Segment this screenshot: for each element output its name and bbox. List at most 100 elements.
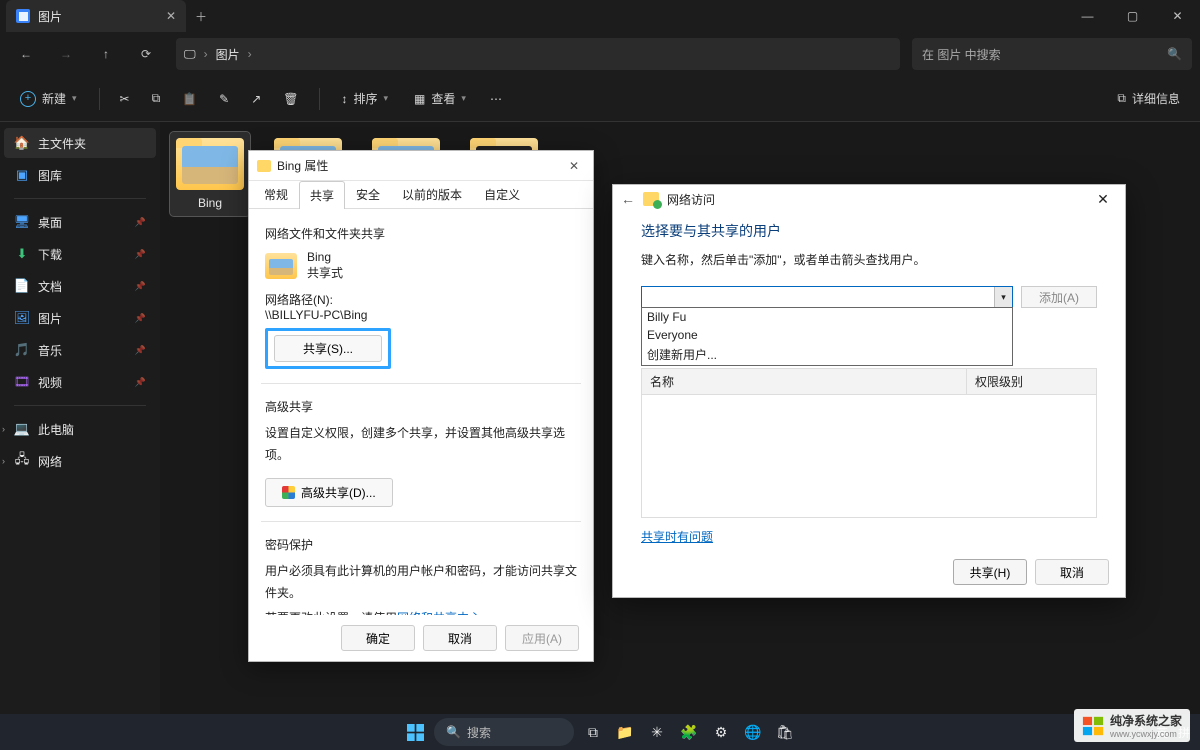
trouble-link[interactable]: 共享时有问题 bbox=[641, 528, 1097, 545]
app-icon[interactable]: ✳ bbox=[644, 719, 670, 745]
refresh-button[interactable]: ⟳ bbox=[128, 38, 164, 70]
rename-icon: ✎ bbox=[219, 92, 229, 106]
shield-icon bbox=[282, 486, 295, 499]
advanced-share-button[interactable]: 高级共享(D)... bbox=[265, 478, 393, 507]
search-input[interactable]: 在 图片 中搜索 🔍 bbox=[912, 38, 1192, 70]
sidebar-item-pictures[interactable]: 🖼图片📌 bbox=[4, 303, 156, 333]
cancel-button[interactable]: 取消 bbox=[423, 625, 497, 651]
delete-button[interactable]: 🗑 bbox=[275, 83, 306, 115]
paste-button[interactable]: 📋 bbox=[174, 83, 205, 115]
share-icon: ↗ bbox=[251, 92, 261, 106]
home-icon: 🏠 bbox=[14, 135, 30, 151]
start-button[interactable] bbox=[402, 719, 428, 745]
up-button[interactable]: ↑ bbox=[88, 38, 124, 70]
sidebar-item-thispc[interactable]: ›💻此电脑 bbox=[4, 414, 156, 444]
details-pane-button[interactable]: ⧉详细信息 bbox=[1107, 83, 1190, 115]
pc-icon: 💻 bbox=[14, 421, 30, 437]
properties-dialog: Bing 属性 ✕ 常规 共享 安全 以前的版本 自定义 网络文件和文件夹共享 … bbox=[248, 150, 594, 662]
close-button[interactable]: ✕ bbox=[1089, 185, 1117, 213]
watermark-brand: 纯净系统之家 bbox=[1110, 714, 1182, 728]
properties-tabs: 常规 共享 安全 以前的版本 自定义 bbox=[249, 181, 593, 209]
pictures-icon: 🖼 bbox=[14, 310, 30, 326]
app-icon[interactable]: 🧩 bbox=[676, 719, 702, 745]
share-button[interactable]: 共享(H) bbox=[953, 559, 1027, 585]
user-input[interactable] bbox=[641, 286, 1013, 308]
sidebar-item-music[interactable]: 🎵音乐📌 bbox=[4, 335, 156, 365]
plus-circle-icon: + bbox=[20, 91, 36, 107]
cut-button[interactable]: ✂ bbox=[112, 83, 138, 115]
copy-button[interactable]: ⧉ bbox=[144, 83, 169, 115]
sidebar-item-documents[interactable]: 📄文档📌 bbox=[4, 271, 156, 301]
scissors-icon: ✂ bbox=[120, 92, 130, 106]
sidebar-item-home[interactable]: 🏠 主文件夹 bbox=[4, 128, 156, 158]
sidebar-item-label: 主文件夹 bbox=[38, 135, 86, 152]
maximize-button[interactable]: ▢ bbox=[1110, 0, 1155, 32]
sort-button[interactable]: ↕排序▾ bbox=[332, 83, 399, 115]
sidebar-item-network[interactable]: ›🖧网络 bbox=[4, 446, 156, 476]
new-button[interactable]: +新建▾ bbox=[10, 83, 87, 115]
folder-item[interactable]: Bing bbox=[170, 132, 250, 216]
sidebar-item-label: 此电脑 bbox=[38, 421, 74, 438]
pin-icon: 📌 bbox=[135, 377, 146, 388]
rename-button[interactable]: ✎ bbox=[211, 83, 237, 115]
document-icon: 📄 bbox=[14, 278, 30, 294]
ok-button[interactable]: 确定 bbox=[341, 625, 415, 651]
gallery-icon: ▣ bbox=[14, 167, 30, 183]
dropdown-button[interactable]: ▾ bbox=[994, 287, 1012, 307]
tab-security[interactable]: 安全 bbox=[345, 180, 391, 208]
dropdown-option[interactable]: 创建新用户... bbox=[642, 344, 1012, 365]
back-button[interactable]: ← bbox=[621, 191, 635, 207]
dropdown-option[interactable]: Everyone bbox=[642, 326, 1012, 344]
tab-previous-versions[interactable]: 以前的版本 bbox=[391, 180, 473, 208]
sidebar-item-videos[interactable]: 🎞视频📌 bbox=[4, 367, 156, 397]
close-button[interactable]: ✕ bbox=[563, 155, 585, 177]
breadcrumb-item[interactable]: 图片 bbox=[216, 46, 240, 63]
tab-sharing[interactable]: 共享 bbox=[299, 181, 345, 209]
explorer-taskbar-icon[interactable]: 📁 bbox=[612, 719, 638, 745]
sidebar-item-desktop[interactable]: 🖥桌面📌 bbox=[4, 207, 156, 237]
cancel-button[interactable]: 取消 bbox=[1035, 559, 1109, 585]
sidebar-item-downloads[interactable]: ⬇下载📌 bbox=[4, 239, 156, 269]
dropdown-option[interactable]: Billy Fu bbox=[642, 308, 1012, 326]
edge-taskbar-icon[interactable]: 🌐 bbox=[740, 719, 766, 745]
tab-general[interactable]: 常规 bbox=[253, 180, 299, 208]
view-button[interactable]: ▦查看▾ bbox=[404, 83, 476, 115]
share-button[interactable]: 共享(S)... bbox=[274, 335, 382, 362]
music-icon: 🎵 bbox=[14, 342, 30, 358]
share-button[interactable]: ↗ bbox=[243, 83, 269, 115]
dialog-heading: 选择要与其共享的用户 bbox=[641, 221, 1097, 241]
col-name[interactable]: 名称 bbox=[642, 369, 966, 394]
close-window-button[interactable]: ✕ bbox=[1155, 0, 1200, 32]
window-tab[interactable]: 图片 ✕ bbox=[6, 0, 186, 32]
tab-customize[interactable]: 自定义 bbox=[473, 180, 531, 208]
netpath-label: 网络路径(N): bbox=[265, 291, 577, 308]
layout-icon: ▦ bbox=[414, 92, 425, 106]
forward-button[interactable]: → bbox=[48, 38, 84, 70]
user-combobox[interactable]: ▾ Billy Fu Everyone 创建新用户... bbox=[641, 286, 1013, 308]
minimize-button[interactable]: ― bbox=[1065, 0, 1110, 32]
toolbar: +新建▾ ✂ ⧉ 📋 ✎ ↗ 🗑 ↕排序▾ ▦查看▾ ⋯ ⧉详细信息 bbox=[0, 76, 1200, 122]
sidebar-item-gallery[interactable]: ▣图库 bbox=[4, 160, 156, 190]
col-perm[interactable]: 权限级别 bbox=[966, 369, 1096, 394]
back-button[interactable]: ← bbox=[8, 38, 44, 70]
pw-desc2: 若要更改此设置，请使用网络和共享中心。 bbox=[265, 608, 577, 615]
close-tab-icon[interactable]: ✕ bbox=[166, 9, 176, 23]
settings-taskbar-icon[interactable]: ⚙ bbox=[708, 719, 734, 745]
dialog-title: Bing 属性 bbox=[277, 157, 328, 174]
folder-thumb-icon bbox=[265, 253, 297, 279]
sidebar-item-label: 网络 bbox=[38, 453, 62, 470]
taskbar-search[interactable]: 🔍搜索 bbox=[434, 718, 574, 746]
more-button[interactable]: ⋯ bbox=[482, 83, 510, 115]
netpath-value: \\BILLYFU-PC\Bing bbox=[265, 308, 577, 322]
share-button-highlight: 共享(S)... bbox=[265, 328, 391, 369]
pin-icon: 📌 bbox=[135, 217, 146, 228]
search-icon: 🔍 bbox=[1167, 47, 1182, 61]
store-taskbar-icon[interactable]: 🛍 bbox=[772, 719, 798, 745]
task-view-button[interactable]: ⧉ bbox=[580, 719, 606, 745]
folder-label: Bing bbox=[198, 196, 222, 210]
address-bar[interactable]: 🖵 › 图片 › bbox=[176, 38, 900, 70]
new-tab-button[interactable]: ＋ bbox=[186, 8, 216, 25]
apply-button[interactable]: 应用(A) bbox=[505, 625, 579, 651]
add-button[interactable]: 添加(A) bbox=[1021, 286, 1097, 308]
section-desc: 设置自定义权限，创建多个共享，并设置其他高级共享选项。 bbox=[265, 423, 577, 466]
